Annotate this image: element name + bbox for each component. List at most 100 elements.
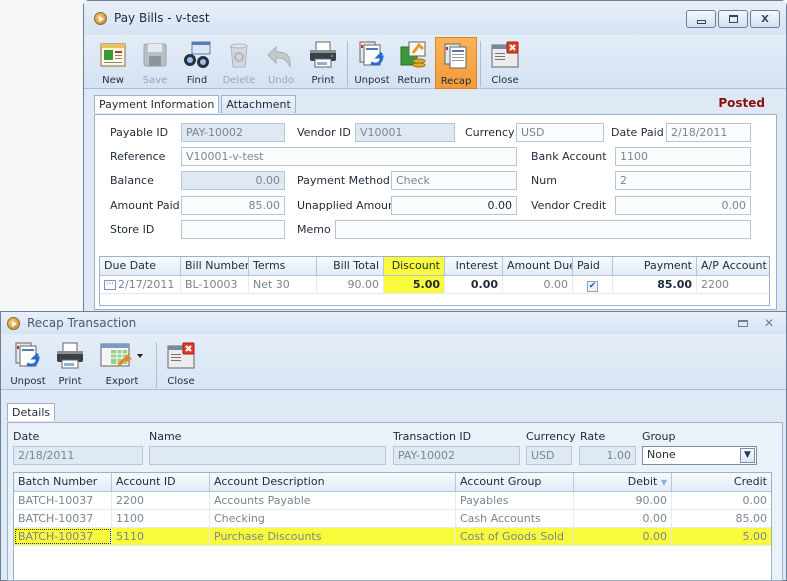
print-button[interactable]: Print: [302, 37, 344, 89]
group-select[interactable]: None ▼: [642, 446, 757, 465]
col-bill-total[interactable]: Bill Total: [317, 257, 384, 275]
tab-details[interactable]: Details: [7, 403, 56, 421]
col-batch-number[interactable]: Batch Number: [14, 473, 112, 491]
restore-icon: [728, 15, 738, 23]
col-paid[interactable]: Paid: [573, 257, 613, 275]
cell-ap-account: 2200: [701, 278, 729, 291]
paid-checkbox[interactable]: ✔: [587, 280, 598, 292]
col-credit[interactable]: Credit: [672, 473, 771, 491]
col-payment[interactable]: Payment: [613, 257, 697, 275]
unapplied-amount-field[interactable]: 0.00: [391, 196, 517, 215]
close-toolbar-button[interactable]: Close: [484, 37, 526, 89]
col-amount-due[interactable]: Amount Due: [503, 257, 573, 275]
close-button[interactable]: X: [750, 10, 780, 28]
unpost-button[interactable]: Unpost: [351, 37, 393, 89]
date-paid-field[interactable]: 2/18/2011: [666, 123, 751, 142]
table-row-selected[interactable]: BATCH-10037 5110 Purchase Discounts Cost…: [14, 528, 771, 546]
close-label: Close: [491, 75, 519, 86]
col-interest[interactable]: Interest: [445, 257, 503, 275]
name-field[interactable]: [149, 446, 386, 465]
payment-method-label: Payment Method: [297, 174, 390, 187]
tab-payment-information[interactable]: Payment Information: [94, 95, 220, 113]
ellipsis-button[interactable]: ···: [104, 280, 116, 290]
col-terms[interactable]: Terms: [249, 257, 317, 275]
col-account-id[interactable]: Account ID: [112, 473, 210, 491]
print-label: Print: [311, 75, 335, 86]
num-label: Num: [531, 174, 557, 187]
recap-unpost-button[interactable]: Unpost: [7, 338, 49, 390]
date-field[interactable]: 2/18/2011: [13, 446, 143, 465]
date-paid-label: Date Paid: [611, 126, 664, 139]
balance-field[interactable]: 0.00: [181, 171, 285, 190]
close-window-icon: [490, 40, 520, 70]
minimize-icon: [696, 19, 706, 24]
payable-id-field[interactable]: PAY-10002: [181, 123, 285, 142]
cell-discount[interactable]: 5.00: [384, 276, 445, 293]
num-field[interactable]: 2: [615, 171, 751, 190]
currency-label: Currency: [465, 126, 515, 139]
transaction-id-field[interactable]: PAY-10002: [393, 446, 520, 465]
vendor-credit-label: Vendor Credit: [531, 199, 607, 212]
currency-field[interactable]: USD: [526, 446, 572, 465]
col-due-date[interactable]: Due Date: [100, 257, 181, 275]
restore-button[interactable]: [718, 10, 748, 28]
reference-field[interactable]: V10001-v-test: [181, 147, 517, 166]
col-account-description[interactable]: Account Description: [210, 473, 456, 491]
bank-account-field[interactable]: 1100: [615, 147, 751, 166]
currency-label: Currency: [526, 430, 576, 443]
recap-close-button[interactable]: Close: [160, 338, 202, 390]
cell-amount-due: 0.00: [503, 276, 573, 293]
cell-credit: 85.00: [735, 512, 768, 525]
vendor-id-field[interactable]: V10001: [355, 123, 455, 142]
cell-interest[interactable]: 0.00: [445, 276, 503, 293]
col-bill-number[interactable]: Bill Number: [181, 257, 249, 275]
col-account-group[interactable]: Account Group: [456, 473, 574, 491]
recap-print-button[interactable]: Print: [49, 338, 91, 390]
floppy-disk-icon: [140, 40, 170, 70]
rate-field[interactable]: 1.00: [579, 446, 636, 465]
undo-arrow-icon: [266, 40, 296, 70]
tab-attachment[interactable]: Attachment: [221, 95, 296, 113]
save-button[interactable]: Save: [134, 37, 176, 89]
cell-due-date: ··· 2/17/2011: [100, 276, 181, 293]
cell-payment[interactable]: 85.00: [613, 276, 697, 293]
due-date-value: 2/17/2011: [118, 278, 175, 291]
find-label: Find: [186, 75, 208, 86]
binoculars-icon: [182, 40, 212, 70]
recap-button[interactable]: Recap: [435, 37, 477, 89]
pay-bills-titlebar[interactable]: Pay Bills - v-test X: [84, 1, 786, 35]
col-discount[interactable]: Discount: [384, 257, 445, 275]
minimize-button[interactable]: [686, 10, 716, 28]
vendor-id-label: Vendor ID: [297, 126, 351, 139]
reference-label: Reference: [110, 150, 166, 163]
store-id-field[interactable]: [181, 220, 285, 239]
table-row[interactable]: ··· 2/17/2011 BL-10003 Net 30 90.00 5.00 …: [100, 276, 769, 294]
payment-method-field[interactable]: Check: [391, 171, 517, 190]
unpost-label: Unpost: [10, 376, 46, 387]
close-icon: X: [761, 13, 769, 25]
transaction-id-label: Transaction ID: [393, 430, 472, 443]
table-row[interactable]: BATCH-10037 1100 Checking Cash Accounts …: [14, 510, 771, 528]
recap-titlebar[interactable]: Recap Transaction: [1, 312, 786, 334]
recap-tabs: Details: [7, 403, 57, 421]
memo-field[interactable]: [335, 220, 751, 239]
col-ap-account[interactable]: A/P Account: [697, 257, 769, 275]
currency-field[interactable]: USD: [516, 123, 604, 142]
table-row[interactable]: BATCH-10037 2200 Accounts Payable Payabl…: [14, 492, 771, 510]
vendor-credit-field[interactable]: 0.00: [615, 196, 751, 215]
new-button[interactable]: New: [92, 37, 134, 89]
amount-paid-field[interactable]: 85.00: [181, 196, 285, 215]
restore-icon[interactable]: [737, 320, 748, 327]
chevron-down-icon[interactable]: ▼: [740, 448, 755, 463]
return-button[interactable]: Return: [393, 37, 435, 89]
recap-label: Recap: [440, 76, 472, 87]
recap-export-button[interactable]: Export: [91, 338, 153, 390]
delete-button[interactable]: Delete: [218, 37, 260, 89]
close-icon[interactable]: ✕: [764, 316, 774, 330]
undo-button[interactable]: Undo: [260, 37, 302, 89]
col-debit[interactable]: Debit ▼: [574, 473, 672, 491]
find-button[interactable]: Find: [176, 37, 218, 89]
cell-batch: BATCH-10037: [14, 492, 112, 509]
app-icon: [7, 316, 20, 330]
close-label: Close: [167, 376, 195, 387]
